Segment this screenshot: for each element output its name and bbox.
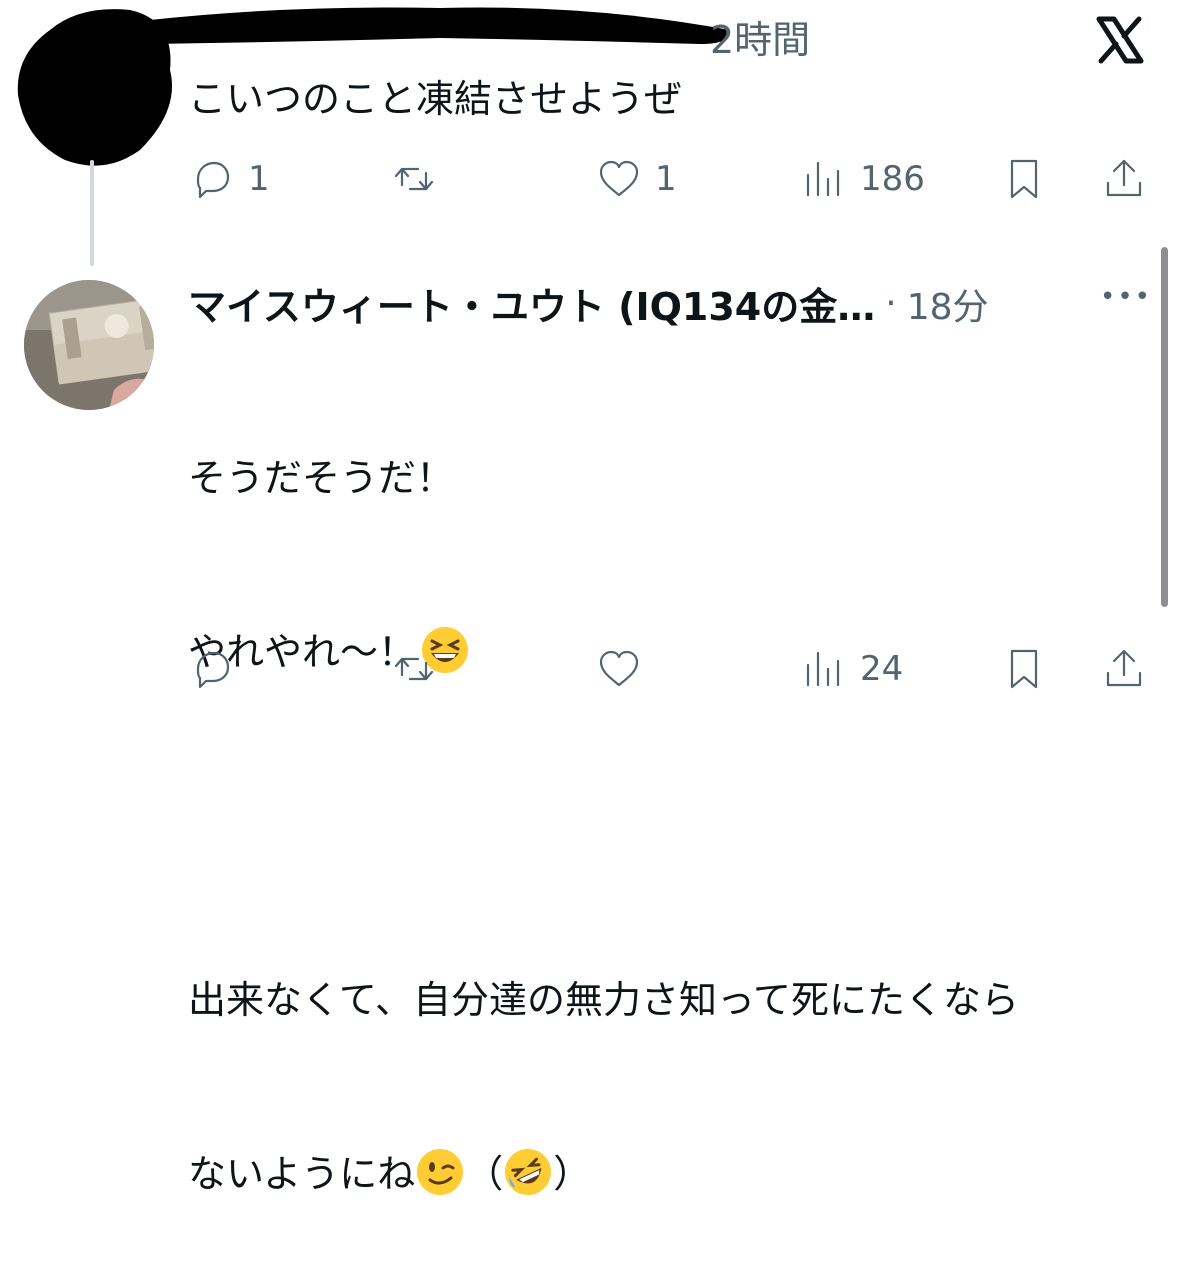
paren-open: （ bbox=[465, 1152, 504, 1196]
bookmark-icon bbox=[1010, 649, 1038, 689]
views-count: 186 bbox=[860, 159, 925, 199]
reply-count: 1 bbox=[248, 159, 270, 199]
heart-icon bbox=[599, 160, 639, 197]
bookmark-button[interactable] bbox=[1000, 645, 1048, 693]
share-button[interactable] bbox=[1100, 645, 1148, 693]
retweet-icon bbox=[394, 657, 434, 681]
like-count: 1 bbox=[655, 159, 677, 199]
tweet2-text: そうだそうだ！ やれやれ〜！ 出来なくて、自分達の無力さ知って死にたくなら ない… bbox=[188, 333, 1019, 1261]
scrollbar[interactable] bbox=[1161, 247, 1168, 607]
reply-icon bbox=[196, 651, 230, 689]
share-icon bbox=[1106, 649, 1142, 687]
views-chart-icon bbox=[806, 161, 840, 197]
reply-icon bbox=[196, 161, 230, 199]
retweet-button[interactable] bbox=[390, 645, 438, 693]
redacted-name bbox=[146, 7, 731, 44]
display-name[interactable]: マイスウィート・ユウト (IQ134の金… bbox=[188, 276, 875, 331]
winking-face-emoji-icon bbox=[417, 1149, 464, 1195]
retweet-icon bbox=[394, 167, 434, 191]
separator-dot: · bbox=[885, 283, 897, 324]
paren-close: ） bbox=[553, 1152, 592, 1196]
bookmark-icon bbox=[1010, 159, 1038, 199]
bookmark-button[interactable] bbox=[1000, 155, 1048, 203]
share-icon bbox=[1106, 159, 1142, 197]
views-button[interactable]: 24 bbox=[800, 645, 903, 693]
views-count: 24 bbox=[860, 649, 904, 689]
tweet1-time: 2時間 bbox=[710, 18, 811, 62]
tweet1-text: こいつのこと凍結させようぜ bbox=[188, 77, 683, 121]
avatar[interactable] bbox=[24, 280, 154, 410]
like-button[interactable] bbox=[595, 645, 643, 693]
retweet-button[interactable] bbox=[390, 155, 438, 203]
tweet2-line1: そうだそうだ！ bbox=[188, 456, 455, 500]
heart-icon bbox=[599, 650, 639, 687]
thread-line bbox=[90, 160, 94, 266]
views-chart-icon bbox=[806, 651, 840, 687]
more-options-icon[interactable]: ••• bbox=[1100, 282, 1152, 312]
views-button[interactable]: 186 bbox=[800, 155, 925, 203]
reply-button[interactable] bbox=[188, 645, 236, 693]
tweet2-line4-row: ないようにね （ ） bbox=[188, 1145, 1019, 1203]
banknotes-avatar-image bbox=[24, 280, 154, 410]
share-button[interactable] bbox=[1100, 155, 1148, 203]
tweet2-line3: 出来なくて、自分達の無力さ知って死にたくなら bbox=[188, 978, 1020, 1022]
reply-button[interactable]: 1 bbox=[188, 155, 270, 203]
tweet2-header: マイスウィート・ユウト (IQ134の金… · 18分 bbox=[188, 276, 989, 331]
rolling-on-floor-laughing-emoji-icon bbox=[505, 1149, 552, 1195]
tweet2-line4: ないようにね bbox=[188, 1152, 416, 1196]
like-button[interactable]: 1 bbox=[595, 155, 677, 203]
tweet2-time[interactable]: 18分 bbox=[907, 278, 989, 330]
x-logo-icon[interactable] bbox=[1095, 15, 1145, 65]
